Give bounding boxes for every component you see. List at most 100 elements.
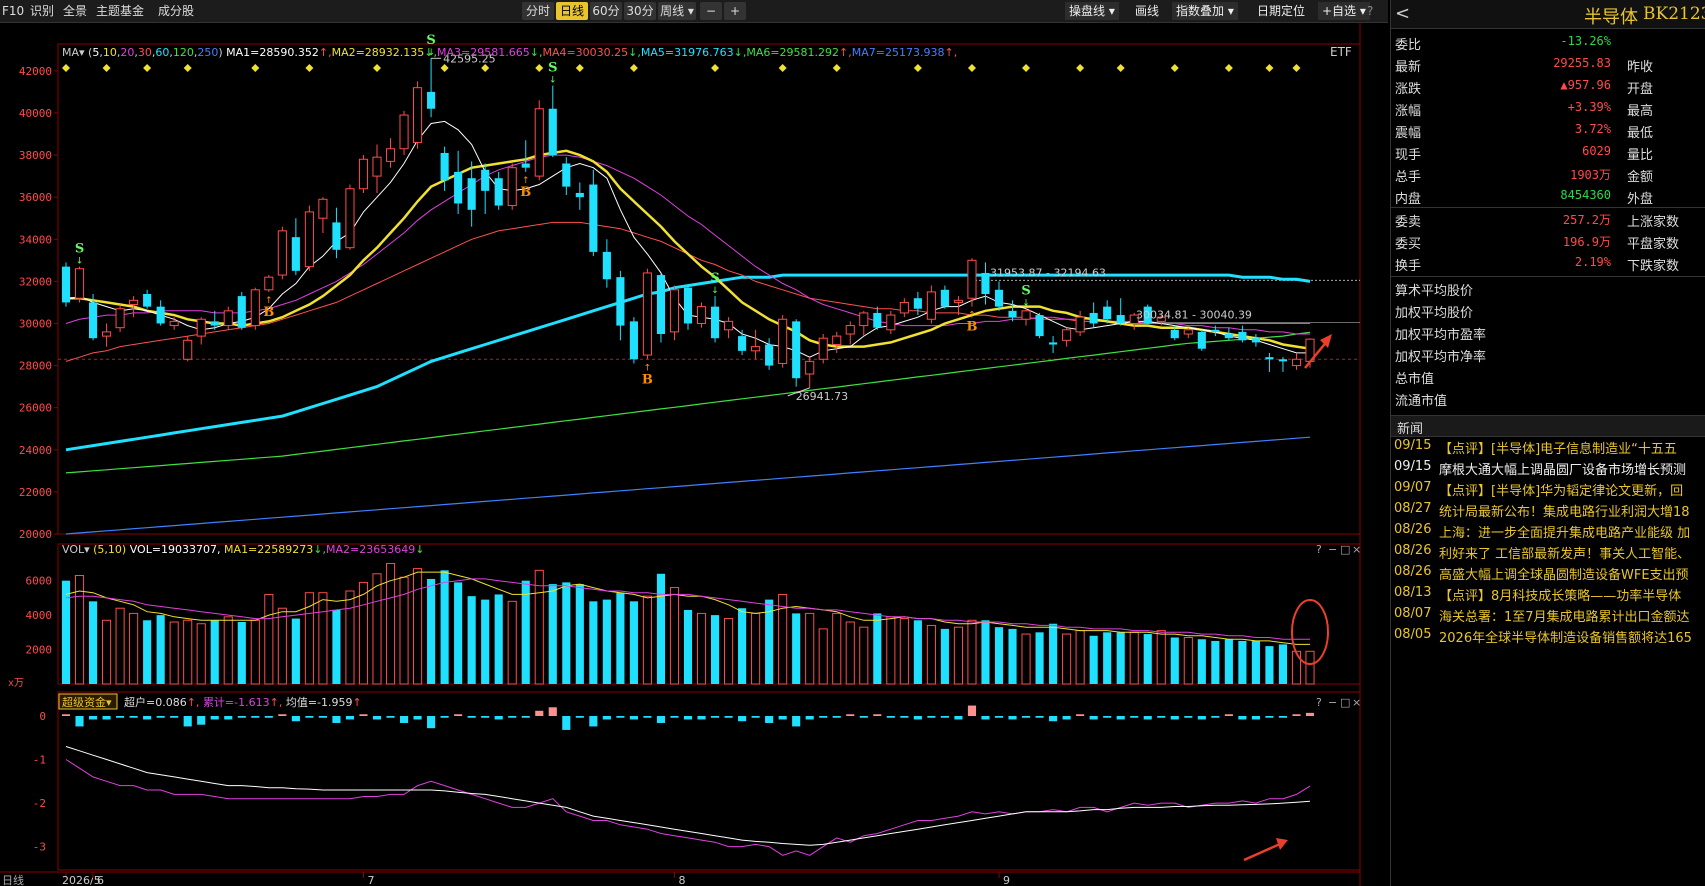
period-tab[interactable]: 日线 bbox=[556, 2, 588, 20]
quote-value: -13.26% bbox=[1560, 34, 1611, 48]
candle-body bbox=[899, 301, 909, 314]
volume-bar bbox=[642, 595, 652, 685]
fund-bar bbox=[116, 716, 125, 718]
volume-bar bbox=[953, 626, 963, 685]
vol-legend: VOL▾ (5,10) VOL=19033707, MA1=22589273↓,… bbox=[62, 543, 424, 556]
fund-bar bbox=[413, 716, 422, 720]
fund-bar bbox=[1035, 716, 1044, 718]
diamond-marker bbox=[1116, 64, 1125, 72]
volume-bar bbox=[629, 601, 638, 684]
diamond-marker bbox=[1076, 64, 1085, 72]
fund-bar bbox=[1197, 716, 1206, 720]
components-button[interactable]: 成分股 bbox=[158, 3, 194, 19]
candle-body bbox=[778, 318, 788, 364]
divider bbox=[1391, 207, 1705, 208]
period-tab[interactable]: 周线 ▾ bbox=[658, 2, 696, 20]
back-icon[interactable]: < bbox=[1395, 3, 1410, 24]
period-tab[interactable]: 60分 bbox=[590, 2, 622, 20]
divider bbox=[1391, 276, 1705, 277]
news-date: 08/26 bbox=[1394, 564, 1432, 579]
volume-bar bbox=[1062, 633, 1072, 685]
diamond-marker bbox=[1292, 64, 1301, 72]
indicator-line-dropdown[interactable]: 操盘线 ▾ bbox=[1065, 2, 1119, 20]
candle-body bbox=[1089, 312, 1098, 324]
ma-legend: MA▾ (5,10,20,30,60,120,250) MA1=28590.35… bbox=[62, 46, 957, 59]
fund-bar bbox=[697, 716, 706, 720]
ma-param: 120 bbox=[173, 46, 194, 59]
news-item[interactable]: 08/26 高盛大幅上调全球晶圆制造设备WFE支出预 bbox=[1391, 562, 1705, 583]
volume-bar bbox=[1049, 623, 1058, 684]
fund-bar bbox=[318, 716, 327, 718]
fund-bar bbox=[1170, 716, 1179, 720]
index-overlay-label: 指数叠加 bbox=[1176, 4, 1225, 18]
period-tab[interactable]: 30分 bbox=[624, 2, 656, 20]
volume-bar bbox=[440, 570, 449, 684]
news-item[interactable]: 08/05 2026年全球半导体制造设备销售额将达165 bbox=[1391, 625, 1705, 646]
period-tab[interactable]: 分时 bbox=[522, 2, 554, 20]
fund-bar bbox=[548, 707, 557, 716]
quote-header: < 半导体 BK2123 bbox=[1391, 0, 1705, 29]
draw-line-button[interactable]: 画线 bbox=[1131, 2, 1164, 20]
news-item[interactable]: 08/26 上海：进一步全面提升集成电路产业能级 加 bbox=[1391, 520, 1705, 541]
all-button[interactable]: 全景 bbox=[63, 3, 87, 19]
volume-bar bbox=[710, 615, 720, 684]
news-header[interactable]: 新闻 bbox=[1391, 415, 1705, 437]
kline-chart[interactable]: S↓↑BS↓↑BS↓↑BS↓↑BS↓ 42595.2526941.7331953… bbox=[0, 22, 1388, 886]
zoom-in-button[interactable]: + bbox=[724, 2, 746, 20]
news-item[interactable]: 08/13 【点评】8月科技成长策略——功率半导体 bbox=[1391, 583, 1705, 604]
quote-label: 委买 bbox=[1395, 237, 1422, 252]
candle-body bbox=[562, 163, 571, 187]
quote-label: 最新 bbox=[1395, 60, 1422, 75]
candle-body bbox=[832, 335, 842, 346]
panel-control-icon: □ bbox=[1340, 543, 1350, 556]
date-locate-button[interactable]: 日期定位 bbox=[1253, 2, 1310, 20]
sell-arrow: ↓ bbox=[549, 76, 557, 86]
fund-bar bbox=[954, 716, 963, 720]
fund-bar bbox=[900, 716, 909, 718]
fund-bar bbox=[170, 716, 179, 718]
stat-label: 流通市值 bbox=[1395, 394, 1448, 409]
ma-param: 20 bbox=[120, 46, 134, 59]
fund-bar bbox=[1265, 716, 1274, 718]
quote-label-secondary: 外盘 bbox=[1627, 192, 1654, 207]
add-watch-dropdown[interactable]: +自选 ▾ bbox=[1318, 2, 1370, 20]
panel-control-icon: × bbox=[1352, 696, 1361, 709]
date-axis-mode: 日线 bbox=[2, 873, 24, 886]
fund-bar bbox=[873, 714, 882, 716]
ma-param: 60 bbox=[155, 46, 169, 59]
quote-panel: < 半导体 BK2123 委比 -13.26% 最新 29255.83 昨收 涨跌 ▲957… bbox=[1390, 0, 1705, 886]
help-icon[interactable]: ? bbox=[1367, 3, 1373, 19]
candle-body bbox=[143, 294, 152, 307]
diamond-marker bbox=[1224, 64, 1233, 72]
news-item[interactable]: 09/07 【点评】[半导体]华为韬定律论文更新，回 bbox=[1391, 478, 1705, 499]
candle-body bbox=[74, 268, 85, 299]
quote-label: 总手 bbox=[1395, 170, 1422, 185]
news-item[interactable]: 08/26 利好来了 工信部最新发声！事关人工智能、 bbox=[1391, 541, 1705, 562]
theme-fund-button[interactable]: 主题基金 bbox=[96, 3, 144, 19]
news-item[interactable]: 08/07 海关总署：1至7月集成电路累计出口金额达 bbox=[1391, 604, 1705, 625]
sector-code: BK2123 bbox=[1643, 4, 1705, 24]
identify-button[interactable]: 识别 bbox=[30, 3, 54, 19]
index-overlay-dropdown[interactable]: 指数叠加 ▾ bbox=[1172, 2, 1238, 20]
price-tick-label: 28000 bbox=[19, 360, 52, 373]
news-title: 摩根大通大幅上调晶圆厂设备市场增长预测 bbox=[1439, 463, 1687, 478]
news-date: 09/07 bbox=[1394, 480, 1432, 495]
price-tick-label: 38000 bbox=[19, 149, 52, 162]
f10-button[interactable]: F10 bbox=[2, 3, 24, 19]
fund-bar bbox=[129, 716, 138, 718]
zoom-out-button[interactable]: − bbox=[700, 2, 722, 20]
candle-body bbox=[710, 306, 720, 339]
candle-body bbox=[859, 312, 869, 327]
candle-body bbox=[264, 276, 274, 291]
candle-body bbox=[589, 184, 598, 252]
candle-body bbox=[765, 344, 774, 366]
news-item[interactable]: 09/15 摩根大通大幅上调晶圆厂设备市场增长预测 bbox=[1391, 457, 1705, 478]
candle-body bbox=[981, 272, 990, 294]
stat-row: 加权平均股价 bbox=[1391, 300, 1705, 322]
fund-bar bbox=[1224, 714, 1233, 716]
news-item[interactable]: 09/15 【点评】[半导体]电子信息制造业“十五五 bbox=[1391, 436, 1705, 457]
news-item[interactable]: 08/27 统计局最新公布！集成电路行业利润大增18 bbox=[1391, 499, 1705, 520]
fund-bar bbox=[481, 716, 490, 718]
panel-control-icon: × bbox=[1352, 543, 1361, 556]
news-date: 08/05 bbox=[1394, 627, 1432, 642]
